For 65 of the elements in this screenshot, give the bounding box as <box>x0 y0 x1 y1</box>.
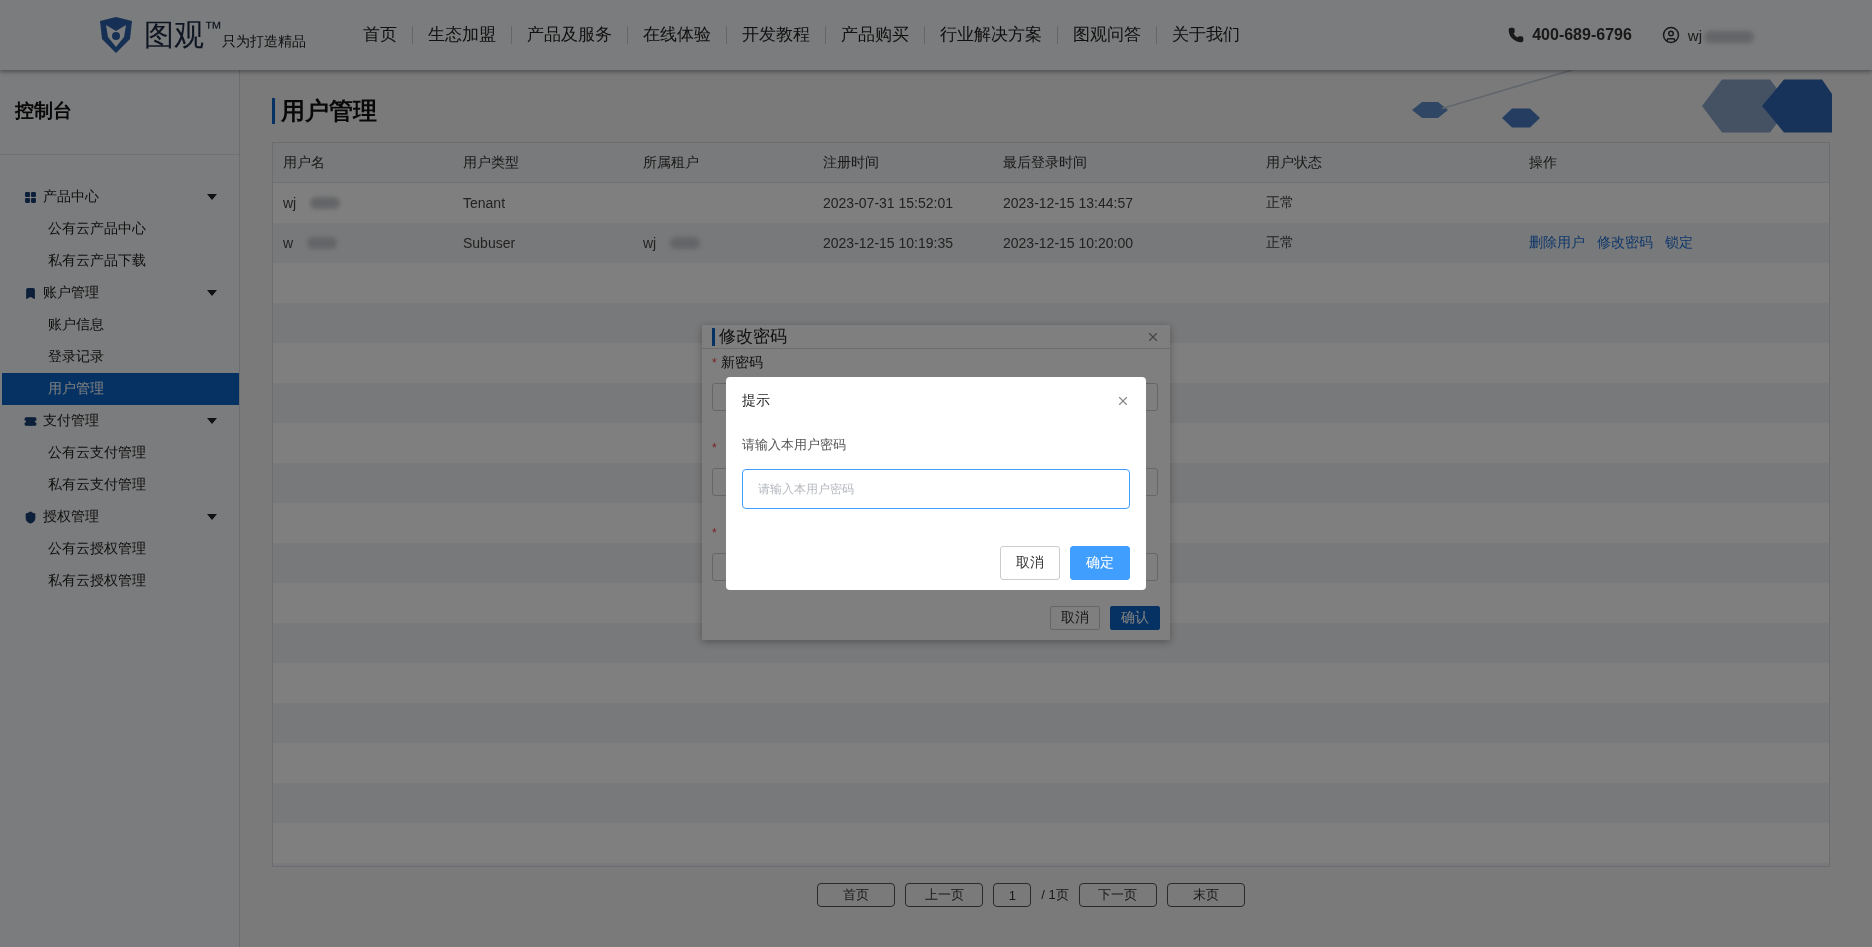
dialog-message: 请输入本用户密码 <box>742 436 847 454</box>
dialog-title: 提示 <box>742 392 770 410</box>
cancel-button[interactable]: 取消 <box>1000 546 1060 580</box>
table-cell-text: 2023-12-15 13:44:57 <box>1002 194 1134 213</box>
required-mark: * <box>712 526 717 540</box>
ticket-icon <box>24 414 37 428</box>
nav-link[interactable]: 开发教程 <box>726 26 825 44</box>
sidebar-item[interactable]: 登录记录 <box>2 341 239 373</box>
slogan: 只为打造精品 <box>222 33 306 51</box>
sidebar-item[interactable]: 私有云授权管理 <box>2 565 239 597</box>
phone-icon <box>1508 27 1525 43</box>
sidebar-title: 控制台 <box>0 98 239 155</box>
nav-link[interactable]: 首页 <box>348 26 412 44</box>
sidebar-group[interactable]: 产品中心 <box>0 181 239 213</box>
close-button[interactable] <box>1116 394 1130 408</box>
table-cell-text: 2023-12-15 10:20:00 <box>1002 234 1134 253</box>
table-cell: wj <box>273 183 453 223</box>
required-mark: * <box>712 441 717 455</box>
nav-link[interactable]: 生态加盟 <box>412 26 511 44</box>
required-mark: * <box>712 356 717 370</box>
nav-link[interactable]: 图观问答 <box>1057 26 1156 44</box>
sidebar-item[interactable]: 账户信息 <box>2 309 239 341</box>
page-title: 用户管理 <box>272 98 1830 124</box>
table-cell-text: 正常 <box>1265 193 1295 212</box>
dialog-title: 修改密码 <box>712 327 787 346</box>
table-cell-text: 2023-07-31 15:52:01 <box>822 194 954 213</box>
password-field[interactable]: 请输入本用户密码 <box>742 469 1130 509</box>
logo-text: 图观$^{™}$ <box>144 16 222 53</box>
confirm-button[interactable]: 确认 <box>1110 606 1160 630</box>
user-icon <box>1661 26 1680 44</box>
field-label: 新密码 <box>720 354 763 372</box>
nav-link[interactable]: 行业解决方案 <box>924 26 1057 44</box>
table-cell: wj <box>633 223 813 263</box>
sidebar-item[interactable]: 私有云支付管理 <box>2 469 239 501</box>
nav-link[interactable]: 关于我们 <box>1156 26 1255 44</box>
sidebar-item[interactable]: 公有云产品中心 <box>2 213 239 245</box>
user-name[interactable]: wj <box>1687 26 1754 44</box>
shield-icon <box>24 510 37 524</box>
sidebar-item[interactable]: 公有云支付管理 <box>2 437 239 469</box>
page-number-field[interactable]: 1 <box>993 883 1032 907</box>
table-cell-text: Tenant <box>462 194 507 213</box>
action-link[interactable]: 删除用户 <box>1529 234 1585 252</box>
bookmark-icon <box>24 286 37 300</box>
sidebar-item[interactable]: 用户管理 <box>2 373 239 405</box>
page-total: / 1页 <box>1041 886 1069 904</box>
nav-link[interactable]: 在线体验 <box>627 26 726 44</box>
phone-number: 400-689-6796 <box>1532 26 1632 44</box>
confirm-button[interactable]: 确定 <box>1070 546 1130 580</box>
sidebar-item[interactable]: 私有云产品下载 <box>2 245 239 277</box>
cancel-button[interactable]: 取消 <box>1050 606 1100 630</box>
table-cell: w <box>273 223 453 263</box>
table-cell-text: Subuser <box>462 234 517 253</box>
sidebar-group[interactable]: 授权管理 <box>0 501 239 533</box>
sidebar-group[interactable]: 支付管理 <box>0 405 239 437</box>
first-page-button[interactable]: 首页 <box>817 883 896 907</box>
action-link[interactable]: 修改密码 <box>1597 234 1653 252</box>
sidebar-group[interactable]: 账户管理 <box>0 277 239 309</box>
nav-link[interactable]: 产品购买 <box>825 26 924 44</box>
grid-icon <box>24 190 37 204</box>
last-page-button[interactable]: 末页 <box>1166 883 1245 907</box>
table-cell-text: 2023-12-15 10:19:35 <box>822 234 954 253</box>
sidebar-item[interactable]: 公有云授权管理 <box>2 533 239 565</box>
table-cell-text: 正常 <box>1265 233 1295 252</box>
action-link[interactable]: 锁定 <box>1665 234 1693 252</box>
nav-link[interactable]: 产品及服务 <box>511 26 627 44</box>
